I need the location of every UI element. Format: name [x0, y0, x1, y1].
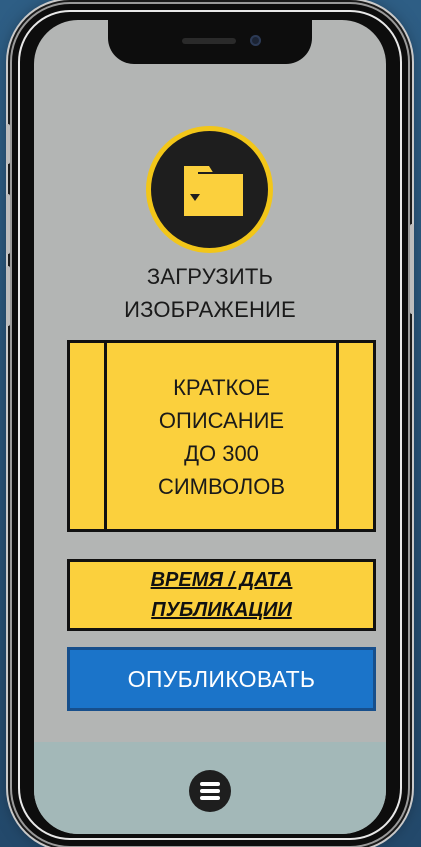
side-button	[6, 124, 10, 164]
power-button	[410, 224, 414, 314]
volume-button	[6, 266, 10, 326]
phone-screen: ЗАГРУЗИТЬ ИЗОБРАЖЕНИЕ КРАТКОЕ ОПИСАНИЕ Д…	[34, 20, 386, 834]
upload-image-button[interactable]	[146, 126, 273, 253]
menu-icon-bar	[200, 796, 220, 800]
description-line1: КРАТКОЕ	[173, 375, 270, 400]
speaker	[182, 38, 236, 44]
volume-button	[6, 194, 10, 254]
phone-frame: ЗАГРУЗИТЬ ИЗОБРАЖЕНИЕ КРАТКОЕ ОПИСАНИЕ Д…	[6, 4, 414, 846]
publish-datetime-field[interactable]: ВРЕМЯ / ДАТА ПУБЛИКАЦИИ	[67, 559, 376, 631]
camera-icon	[250, 35, 261, 46]
publish-datetime-line2: ПУБЛИКАЦИИ	[151, 599, 292, 621]
upload-image-label: ЗАГРУЗИТЬ ИЗОБРАЖЕНИЕ	[34, 260, 386, 326]
description-left-rule	[104, 343, 107, 529]
description-line3: ДО 300	[184, 441, 259, 466]
publish-button[interactable]: ОПУБЛИКОВАТЬ	[67, 647, 376, 711]
description-line4: СИМВОЛОВ	[157, 474, 286, 499]
menu-icon[interactable]	[189, 770, 231, 812]
upload-label-line2: ИЗОБРАЖЕНИЕ	[124, 297, 296, 322]
folder-upload-icon	[184, 166, 243, 216]
menu-icon-bar	[200, 782, 220, 786]
description-input[interactable]: КРАТКОЕ ОПИСАНИЕ ДО 300 СИМВОЛОВ	[67, 340, 376, 532]
menu-icon-bar	[200, 789, 220, 793]
description-line2: ОПИСАНИЕ	[158, 408, 285, 433]
bottom-bar	[34, 742, 386, 834]
description-right-rule	[336, 343, 339, 529]
notch	[108, 20, 312, 64]
upload-label-line1: ЗАГРУЗИТЬ	[146, 264, 274, 289]
publish-datetime-line1: ВРЕМЯ / ДАТА	[150, 569, 293, 591]
description-placeholder: КРАТКОЕ ОПИСАНИЕ ДО 300 СИМВОЛОВ	[110, 371, 333, 503]
